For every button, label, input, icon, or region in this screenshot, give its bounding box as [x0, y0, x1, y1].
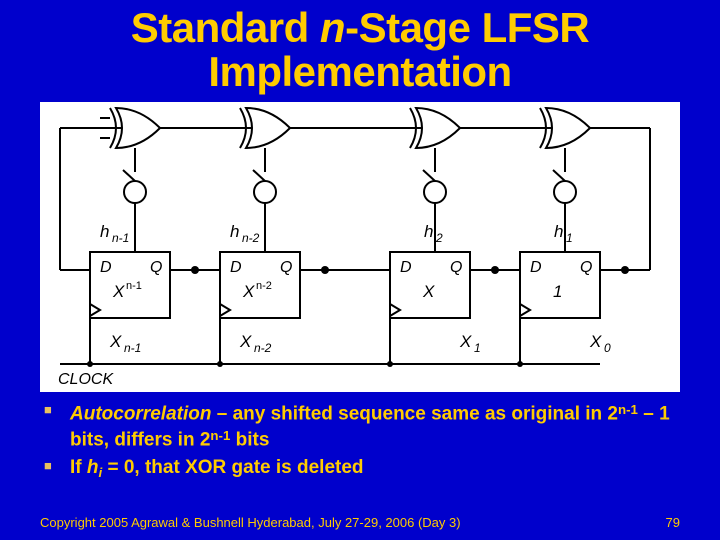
svg-text:D: D: [400, 259, 412, 276]
svg-text:Q: Q: [150, 259, 162, 276]
svg-text:n-1: n-1: [126, 280, 142, 292]
page-number: 79: [666, 515, 680, 530]
svg-text:Q: Q: [280, 259, 292, 276]
svg-text:D: D: [530, 259, 542, 276]
svg-text:h: h: [554, 222, 563, 241]
svg-text:0: 0: [604, 341, 611, 355]
svg-text:1: 1: [566, 231, 573, 245]
svg-text:X: X: [109, 332, 122, 351]
svg-text:D: D: [100, 259, 112, 276]
svg-text:X: X: [459, 332, 472, 351]
b2-text-b: = 0, that XOR gate is deleted: [102, 457, 363, 478]
svg-text:h: h: [424, 222, 433, 241]
title-post: -Stage LFSR: [345, 4, 589, 51]
svg-text:n-1: n-1: [112, 231, 129, 245]
svg-text:CLOCK: CLOCK: [58, 371, 114, 388]
svg-text:h: h: [100, 222, 109, 241]
lfsr-svg: D Q X n-1 h n-1 X n-1 D Q X n-2 h n-2 X …: [40, 102, 680, 392]
title-line2: Implementation: [208, 48, 511, 95]
svg-text:D: D: [230, 259, 242, 276]
b1-text-d: bits: [230, 430, 269, 451]
slide-title: Standard n-Stage LFSR Implementation: [0, 0, 720, 100]
term-autocorrelation: Autocorrelation: [70, 404, 211, 425]
svg-text:1: 1: [553, 282, 562, 301]
footer: Copyright 2005 Agrawal & Bushnell Hydera…: [0, 515, 720, 530]
svg-text:1: 1: [474, 341, 481, 355]
svg-text:X: X: [239, 332, 252, 351]
bullet-hi-zero: If hi = 0, that XOR gate is deleted: [70, 456, 680, 482]
lfsr-diagram: D Q X n-1 h n-1 X n-1 D Q X n-2 h n-2 X …: [40, 102, 680, 392]
svg-text:n-2: n-2: [242, 231, 260, 245]
title-n: n: [320, 4, 345, 51]
bullet-list: Autocorrelation – any shifted sequence s…: [0, 398, 720, 483]
svg-text:n-2: n-2: [254, 341, 272, 355]
svg-text:X: X: [589, 332, 602, 351]
b2-h: h: [87, 457, 99, 478]
exp2: n-1: [210, 428, 230, 443]
b2-text-a: If: [70, 457, 87, 478]
svg-text:2: 2: [435, 231, 443, 245]
svg-text:Q: Q: [580, 259, 592, 276]
b1-text-b: – any shifted sequence same as original …: [211, 404, 618, 425]
svg-text:n-1: n-1: [124, 341, 141, 355]
title-pre: Standard: [131, 4, 320, 51]
svg-text:Q: Q: [450, 259, 462, 276]
svg-text:X: X: [112, 282, 125, 301]
svg-text:n-2: n-2: [256, 280, 272, 292]
svg-text:X: X: [422, 282, 435, 301]
bullet-autocorrelation: Autocorrelation – any shifted sequence s…: [70, 400, 680, 452]
copyright-text: Copyright 2005 Agrawal & Bushnell Hydera…: [40, 515, 461, 530]
b2-i: i: [99, 465, 103, 480]
svg-text:h: h: [230, 222, 239, 241]
exp1: n-1: [618, 402, 638, 417]
svg-text:X: X: [242, 282, 255, 301]
